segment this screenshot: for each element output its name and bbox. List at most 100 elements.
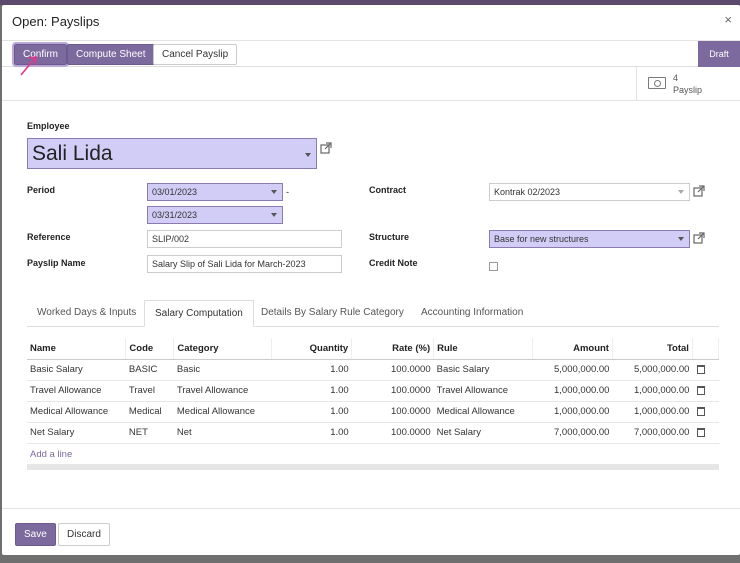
period-separator: - [286,187,289,197]
contract-field[interactable]: Kontrak 02/2023 [489,183,690,201]
col-name[interactable]: Name [27,338,127,360]
col-rate[interactable]: Rate (%) [351,338,435,360]
cell-name: Travel Allowance [27,380,126,402]
col-actions [692,338,720,360]
cell-total: 1,000,000.00 [612,401,693,423]
cell-rule: Medical Allowance [433,401,533,423]
period-to-field[interactable]: 03/31/2023 [147,206,283,224]
cell-amount: 1,000,000.00 [532,380,613,402]
chevron-down-icon [678,237,684,241]
structure-label: Structure [369,232,410,242]
chevron-down-icon [305,153,311,157]
payslip-name-field[interactable]: Salary Slip of Sali Lida for March-2023 [147,255,342,273]
cell-quantity: 1.00 [271,422,352,444]
employee-value: Sali Lida [32,142,113,165]
payslip-name-label: Payslip Name [27,258,86,268]
cell-rate: 100.0000 [351,401,434,423]
table-row[interactable]: Net Salary NET Net 1.00 100.0000 Net Sal… [27,422,719,444]
cell-name: Net Salary [27,422,126,444]
reference-field[interactable]: SLIP/002 [147,230,342,248]
credit-note-label: Credit Note [369,258,418,268]
payslip-count: 4 [673,73,679,83]
tab-worked-days[interactable]: Worked Days & Inputs [27,300,146,326]
table-row[interactable]: Basic Salary BASIC Basic 1.00 100.0000 B… [27,359,719,381]
trash-icon[interactable] [697,364,706,374]
notebook-tabs: Worked Days & Inputs Salary Computation … [27,300,719,327]
period-to-value: 03/31/2023 [152,210,198,220]
tab-details-by-category[interactable]: Details By Salary Rule Category [251,300,414,326]
cell-category: Net [173,422,272,444]
close-icon[interactable]: × [724,12,732,27]
table-row[interactable]: Medical Allowance Medical Medical Allowa… [27,401,719,423]
discard-button[interactable]: Discard [58,523,110,546]
cell-total: 1,000,000.00 [612,380,693,402]
dialog-title: Open: Payslips [12,14,100,29]
dialog-footer: Save Discard [2,508,740,555]
reference-label: Reference [27,232,71,242]
tab-salary-computation[interactable]: Salary Computation [144,300,254,327]
cancel-payslip-button[interactable]: Cancel Payslip [153,44,238,65]
col-total[interactable]: Total [612,338,693,360]
cell-name: Basic Salary [27,359,126,381]
col-code[interactable]: Code [125,338,175,360]
cell-quantity: 1.00 [271,359,352,381]
col-category[interactable]: Category [173,338,273,360]
trash-icon[interactable] [697,427,706,437]
chevron-down-icon [271,190,277,194]
cell-name: Medical Allowance [27,401,126,423]
structure-value: Base for new structures [494,234,589,244]
save-button[interactable]: Save [15,523,56,546]
annotation-arrow-icon [20,56,37,76]
cell-code: Medical [125,401,174,423]
chevron-down-icon [271,213,277,217]
cell-rule: Net Salary [433,422,533,444]
period-from-field[interactable]: 03/01/2023 [147,183,283,201]
dialog-header: Open: Payslips × [2,5,740,41]
credit-note-checkbox[interactable] [489,262,498,271]
payslip-smart-button[interactable]: 4 Payslip [636,67,740,101]
cell-quantity: 1.00 [271,380,352,402]
add-a-line-link[interactable]: Add a line [30,449,72,460]
trash-icon[interactable] [697,385,706,395]
payslip-dialog: Open: Payslips × Confirm Compute Sheet C… [2,5,740,555]
cell-total: 5,000,000.00 [612,359,693,381]
cell-total: 7,000,000.00 [612,422,693,444]
status-draft: Draft [698,41,740,67]
smart-button-bar: 4 Payslip [2,67,740,101]
contract-label: Contract [369,185,407,195]
cell-rate: 100.0000 [351,422,434,444]
cell-amount: 7,000,000.00 [532,422,613,444]
col-rule[interactable]: Rule [433,338,534,360]
payslip-icon [648,77,666,89]
external-link-icon[interactable] [320,142,332,154]
table-header: Name Code Category Quantity Rate (%) Rul… [27,338,720,360]
external-link-icon[interactable] [693,185,705,197]
cell-amount: 5,000,000.00 [532,359,613,381]
cell-quantity: 1.00 [271,401,352,423]
payslip-label: Payslip [673,85,703,95]
cell-category: Travel Allowance [173,380,272,402]
table-footer-bar [27,464,719,470]
col-quantity[interactable]: Quantity [271,338,353,360]
cell-category: Medical Allowance [173,401,272,423]
cell-code: BASIC [125,359,174,381]
period-from-value: 03/01/2023 [152,187,198,197]
cell-rate: 100.0000 [351,359,434,381]
employee-field[interactable]: Sali Lida [27,138,317,169]
employee-label: Employee [27,121,70,131]
cell-rule: Basic Salary [433,359,533,381]
cell-amount: 1,000,000.00 [532,401,613,423]
table-row[interactable]: Travel Allowance Travel Travel Allowance… [27,380,719,402]
statusbar: Confirm Compute Sheet Cancel Payslip Dra… [2,41,740,67]
cell-category: Basic [173,359,272,381]
compute-sheet-button[interactable]: Compute Sheet [67,44,155,65]
trash-icon[interactable] [697,406,706,416]
cell-code: Travel [125,380,174,402]
salary-lines-table: Name Code Category Quantity Rate (%) Rul… [27,338,720,444]
tab-accounting-information[interactable]: Accounting Information [411,300,533,326]
structure-field[interactable]: Base for new structures [489,230,690,248]
external-link-icon[interactable] [693,232,705,244]
cell-rate: 100.0000 [351,380,434,402]
col-amount[interactable]: Amount [532,338,613,360]
cell-rule: Travel Allowance [433,380,533,402]
